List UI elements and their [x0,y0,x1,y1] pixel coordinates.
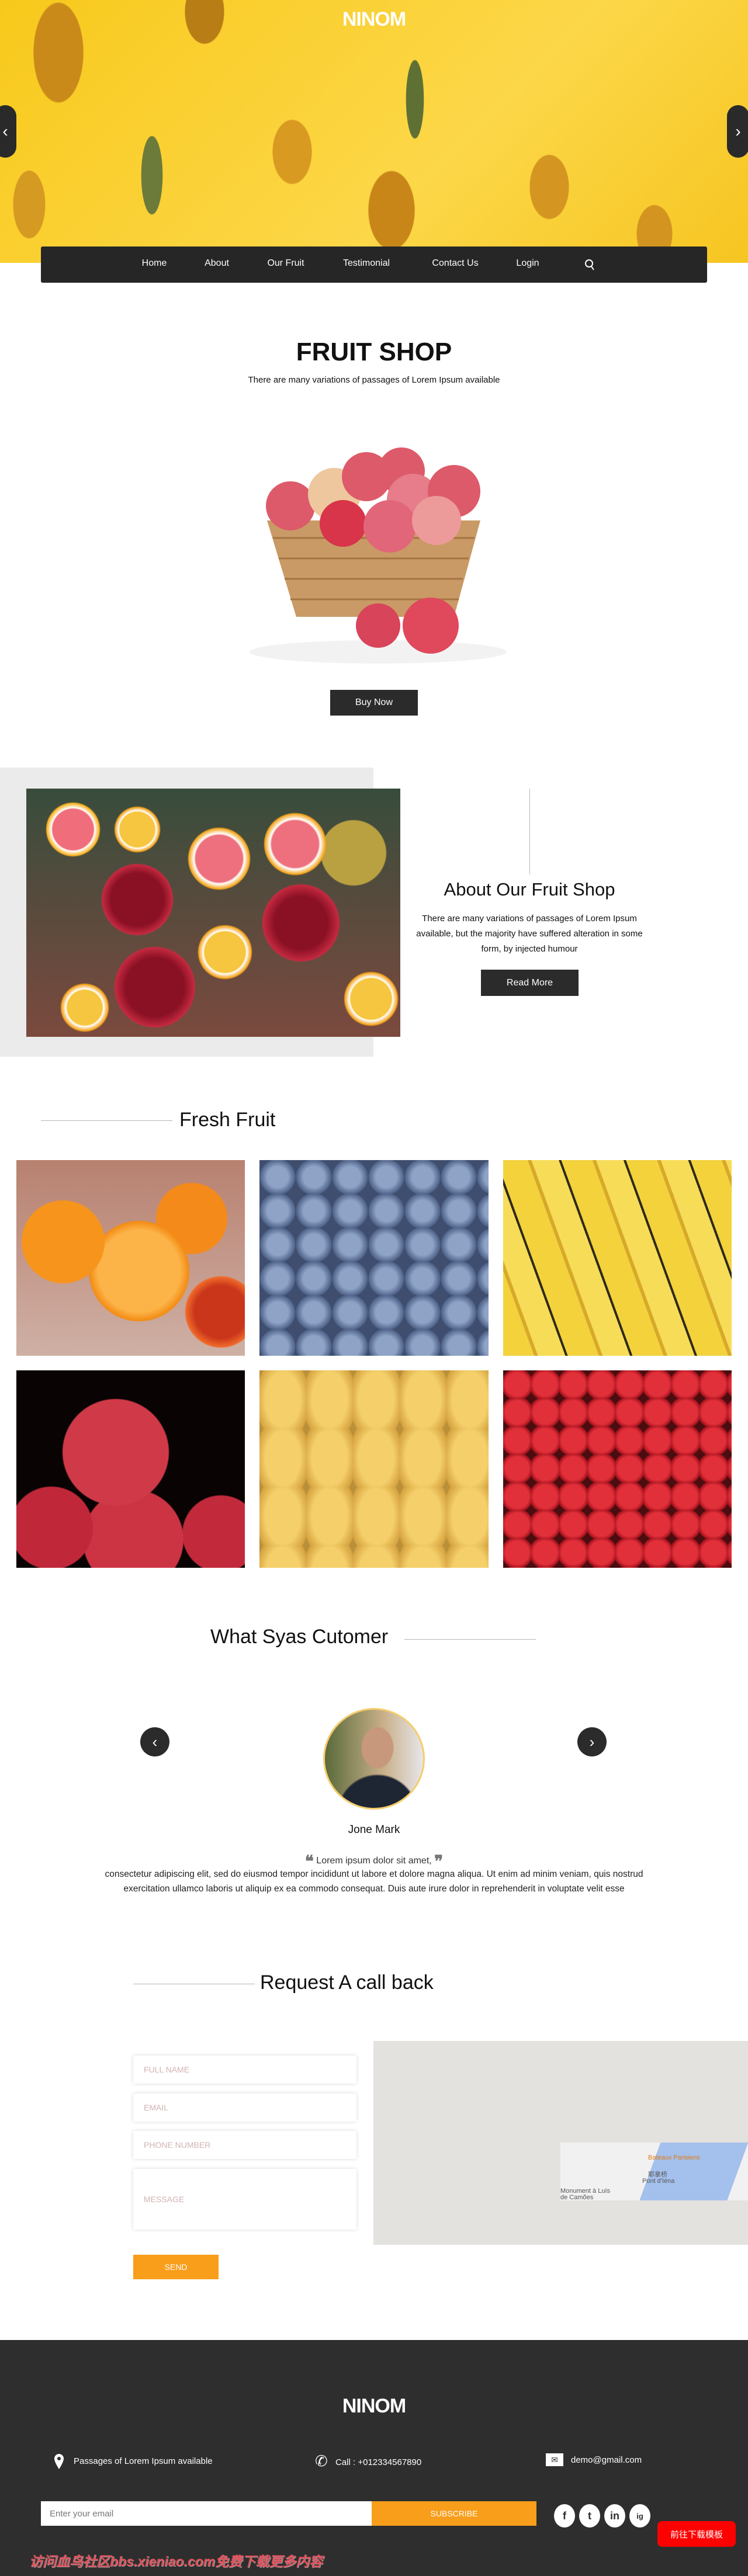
nav-our-fruit[interactable]: Our Fruit [267,258,304,269]
nav-contact[interactable]: Contact Us [432,258,478,269]
chevron-left-icon: ‹ [2,122,8,140]
chevron-left-icon: ‹ [152,1733,158,1751]
fresh-line [41,1120,172,1121]
testimonial-line [404,1639,536,1640]
about-divider [529,789,530,874]
hero-banner [0,0,748,263]
footer-email[interactable]: demo@gmail.com [571,2455,642,2465]
mail-icon: ✉ [546,2453,563,2466]
fresh-title: Fresh Fruit [179,1109,276,1131]
nav-login[interactable]: Login [516,258,539,269]
map-tile[interactable]: Bateaux Parisiens 耶拿桥 Pont d'Iéna Monume… [560,2143,748,2200]
linkedin-icon[interactable]: in [604,2504,625,2528]
footer-phone[interactable]: Call : +012334567890 [335,2457,421,2467]
newsletter-placeholder: Enter your email [50,2508,114,2519]
fruit-tile-blueberry[interactable] [259,1160,489,1356]
read-more-button[interactable]: Read More [481,970,579,996]
hero-next-button[interactable]: › [727,105,748,158]
fruit-tile-strawberry[interactable] [503,1370,732,1568]
full-name-input[interactable]: FULL NAME [133,2056,356,2084]
testimonial-prev-button[interactable]: ‹ [140,1727,169,1756]
fruit-tile-orange[interactable] [16,1160,245,1356]
chevron-right-icon: › [735,122,741,140]
map-label-monument: Monument à Luís de Camões [560,2188,610,2201]
facebook-icon[interactable]: f [554,2504,575,2528]
quote-text: Lorem ipsum dolor sit amet, [316,1856,432,1866]
about-text: There are many variations of passages of… [416,914,643,954]
footer-address: Passages of Lorem Ipsum available [74,2456,213,2466]
footer-logo: NINOM [342,2395,406,2417]
phone-icon: ✆ [315,2452,328,2470]
customer-name: Jone Mark [348,1824,400,1836]
email-placeholder: EMAIL [144,2103,169,2112]
fruit-tile-apple[interactable] [16,1370,245,1568]
shop-title: FRUIT SHOP [296,338,452,366]
fruit-tile-mango[interactable] [259,1370,489,1568]
about-fruit-image [26,789,400,1037]
map-label-bateaux: Bateaux Parisiens [648,2154,700,2161]
contact-title: Request A call back [260,1971,434,1994]
instagram-icon[interactable]: ig [629,2504,650,2528]
testimonial-text: consectetur adipiscing elit, sed do eius… [105,1869,643,1894]
message-input[interactable]: MESSAGE [133,2169,356,2230]
phone-placeholder: PHONE NUMBER [144,2140,211,2150]
nav-about[interactable]: About [205,258,229,269]
nav-home[interactable]: Home [142,258,167,269]
newsletter-email-input[interactable]: Enter your email [41,2501,372,2526]
location-pin-icon [54,2454,64,2469]
twitter-icon[interactable]: t [579,2504,600,2528]
message-placeholder: MESSAGE [144,2195,185,2204]
customer-avatar [323,1708,425,1810]
download-template-button[interactable]: 前往下载模板 [657,2521,736,2547]
phone-input[interactable]: PHONE NUMBER [133,2131,356,2159]
hero-prev-button[interactable]: ‹ [0,105,16,158]
shop-subtitle: There are many variations of passages of… [248,375,500,385]
nav-testimonial[interactable]: Testimonial [343,258,390,269]
search-icon[interactable] [584,259,595,270]
apple-basket-image [250,447,507,664]
chevron-right-icon: › [589,1733,595,1751]
about-title: About Our Fruit Shop [444,879,615,900]
full-name-placeholder: FULL NAME [144,2065,190,2074]
watermark-text: 访问血鸟社区bbs.xieniao.com免费下载更多内容 [29,2554,323,2569]
main-nav: Home About Our Fruit Testimonial Contact… [41,247,707,283]
site-logo[interactable]: NINOM [0,8,748,31]
email-input[interactable]: EMAIL [133,2094,356,2122]
map-label-bridge: Pont d'Iéna [642,2178,675,2185]
testimonial-next-button[interactable]: › [577,1727,607,1756]
send-button[interactable]: SEND [133,2255,219,2279]
subscribe-button[interactable]: SUBSCRIBE [372,2501,536,2526]
testimonial-title: What Syas Cutomer [210,1626,389,1648]
fruit-tile-banana[interactable] [503,1160,732,1356]
buy-now-button[interactable]: Buy Now [330,690,418,716]
